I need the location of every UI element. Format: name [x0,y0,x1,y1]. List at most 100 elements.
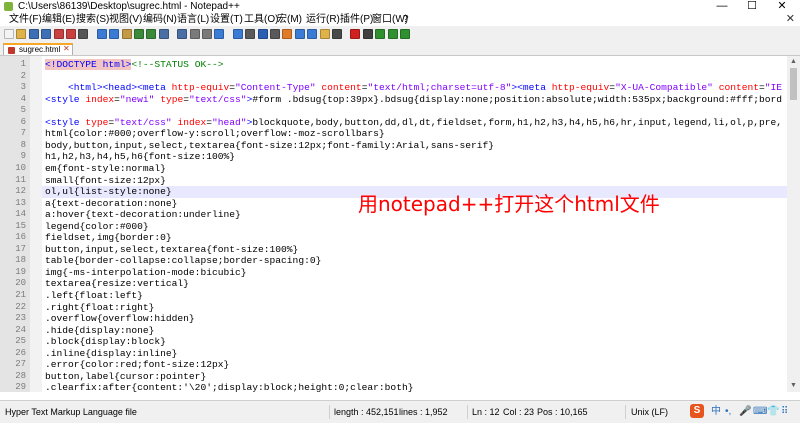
code-line[interactable]: .inline{display:inline} [45,348,177,360]
code-token: small{font-size:12px} [45,174,166,186]
monitor-icon[interactable] [332,29,342,39]
line-number: 8 [20,139,26,150]
save-icon[interactable] [28,29,39,39]
code-line[interactable]: .clearfix:after{content:'\20';display:bl… [45,382,413,394]
all-chars-icon[interactable] [257,29,268,39]
copy-icon[interactable] [109,29,120,39]
maximize-button[interactable]: ☐ [742,0,762,13]
code-line[interactable]: legend{color:#000} [45,221,149,233]
ime-toolbox-icon[interactable]: ⠿ [781,405,788,419]
cut-icon[interactable] [96,29,107,39]
find-icon[interactable] [158,29,169,39]
vertical-scrollbar[interactable]: ▲ ▼ [787,56,800,392]
doc-map-icon[interactable] [294,29,305,39]
code-line[interactable]: em{font-style:normal} [45,163,166,175]
code-token: button,input,select,textarea{font-size:1… [45,243,299,255]
menu-item-12[interactable]: ? [403,13,409,26]
code-line[interactable]: button,label{cursor:pointer} [45,371,206,383]
undo-icon[interactable] [134,29,144,39]
ime-microphone-icon[interactable]: 🎤 [739,405,751,419]
menu-item-4[interactable]: 编码(N) [143,13,177,26]
menu-item-6[interactable]: 设置(T) [210,13,243,26]
code-line[interactable]: button,input,select,textarea{font-size:1… [45,244,298,256]
menu-item-2[interactable]: 搜索(S) [76,13,109,26]
ime-punctuation-icon[interactable]: •, [725,405,731,419]
redo-icon[interactable] [146,29,157,39]
function-list-icon[interactable] [307,29,318,39]
code-line[interactable]: .left{float:left} [45,290,143,302]
paste-icon[interactable] [121,29,132,39]
wrap-icon[interactable] [245,29,256,39]
tab-bar: sugrec.html ✕ [0,42,800,56]
code-line[interactable]: .block{display:block} [45,336,166,348]
replace-icon[interactable] [177,29,188,39]
code-line[interactable]: a{text-decoration:none} [45,198,177,210]
ime-keyboard-icon[interactable]: ⌨ [753,405,767,419]
menu-item-5[interactable]: 语言(L) [177,13,209,26]
close-all-icon[interactable] [66,29,76,39]
code-line[interactable]: <!DOCTYPE html><!--STATUS OK--> [45,59,223,71]
code-line[interactable]: .right{float:right} [45,302,154,314]
scroll-up-icon[interactable]: ▲ [790,58,797,66]
code-line[interactable]: .overflow{overflow:hidden} [45,313,195,325]
code-token: .error{color:red;font-size:12px} [45,359,230,371]
close-document-button[interactable]: ✕ [786,13,795,26]
menu-item-7[interactable]: 工具(O) [244,13,278,26]
code-line[interactable]: .error{color:red;font-size:12px} [45,359,229,371]
sogou-ime-logo-icon[interactable]: S [690,404,704,418]
open-file-icon[interactable] [16,29,27,39]
play-multi-icon[interactable] [387,29,398,39]
code-line[interactable]: fieldset,img{border:0} [45,232,172,244]
play-icon[interactable] [375,29,386,39]
code-line[interactable]: .hide{display:none} [45,325,154,337]
code-token: .hide{display:none} [45,324,155,336]
menu-item-1[interactable]: 编辑(E) [42,13,75,26]
save-all-icon[interactable] [41,29,52,39]
udl-icon[interactable] [282,29,293,39]
code-line[interactable]: <style type="text/css" index="head">bloc… [45,117,782,129]
editor-area[interactable]: 1 2 3 4 5 6 7 8 9 10 11 12 13 14 15 16 17 18 19 20 21 22 23 24 2… [0,56,800,394]
new-file-icon[interactable] [4,29,14,39]
menu-item-8[interactable]: 宏(M) [277,13,302,26]
code-token: button,label{cursor:pointer} [45,370,207,382]
line-number: 23 [15,313,26,324]
menu-item-9[interactable]: 运行(R) [306,13,340,26]
code-line[interactable]: textarea{resize:vertical} [45,278,189,290]
code-line[interactable]: html{color:#000;overflow-y:scroll;overfl… [45,128,385,140]
folder-workspace-icon[interactable] [319,29,330,39]
scroll-thumb[interactable] [790,68,797,100]
zoom-out-icon[interactable] [202,29,212,39]
scroll-down-icon[interactable]: ▼ [790,382,797,390]
print-icon[interactable] [78,29,89,39]
code-line[interactable]: ol,ul{list-style:none} [45,186,172,198]
tab-sugrec-html[interactable]: sugrec.html ✕ [3,43,73,55]
status-eol[interactable]: Unix (LF) [631,405,668,419]
code-line[interactable]: body,button,input,select,textarea{font-s… [45,140,494,152]
window-title: C:\Users\86139\Desktop\sugrec.html - Not… [18,1,240,12]
code-line[interactable]: table{border-collapse:collapse;border-sp… [45,255,321,267]
code-line[interactable]: a:hover{text-decoration:underline} [45,209,241,221]
close-window-button[interactable]: ✕ [772,0,792,13]
sync-v-icon[interactable] [214,29,225,39]
menu-item-3[interactable]: 视图(V) [109,13,142,26]
indent-guide-icon[interactable] [270,29,280,39]
minimize-button[interactable]: — [712,0,732,13]
record-icon[interactable] [350,29,361,39]
close-icon[interactable] [53,29,64,39]
code-line[interactable]: img{-ms-interpolation-mode:bicubic} [45,267,247,279]
sync-h-icon[interactable] [232,29,243,39]
code-line[interactable]: <style index="newi" type="text/css">#for… [45,94,782,106]
code-token: <!DOCTYPE html> [45,59,132,70]
ime-chinese-mode-icon[interactable]: 中 [711,405,721,419]
fold-margin[interactable] [30,56,42,392]
menu-item-10[interactable]: 插件(P) [340,13,373,26]
code-line[interactable]: small{font-size:12px} [45,175,166,187]
stop-icon[interactable] [362,29,373,39]
code-line[interactable]: <html><head><meta http-equiv="Content-Ty… [45,82,782,94]
tab-close-icon[interactable]: ✕ [63,44,70,54]
zoom-in-icon[interactable] [189,29,200,39]
code-line[interactable]: h1,h2,h3,h4,h5,h6{font-size:100%} [45,151,235,163]
ime-skin-icon[interactable]: 👕 [767,405,779,419]
save-macro-icon[interactable] [400,29,410,39]
menu-item-0[interactable]: 文件(F) [9,13,42,26]
